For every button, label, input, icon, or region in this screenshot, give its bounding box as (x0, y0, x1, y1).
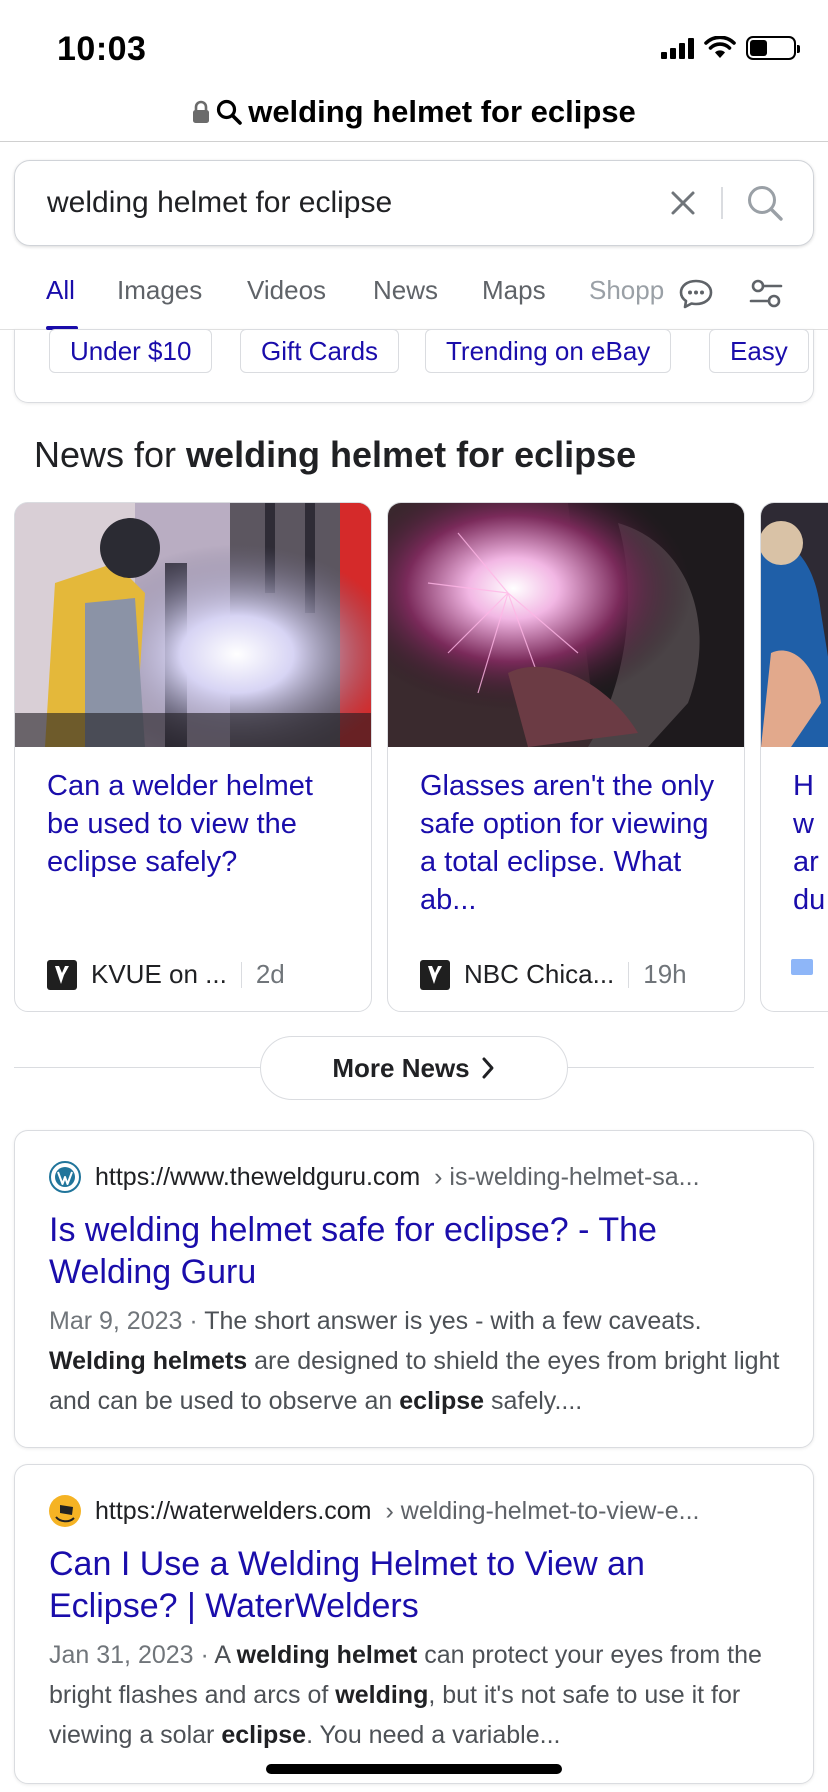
chip-gift-cards[interactable]: Gift Cards (240, 329, 400, 373)
snippet-highlight: welding (335, 1681, 429, 1709)
news-card-title[interactable]: Glasses aren't the only safe option for … (420, 767, 720, 919)
news-card-title[interactable]: H w ar du (793, 767, 828, 919)
news-card-source: KVUE on ... (91, 959, 227, 989)
wordpress-icon (49, 1161, 81, 1193)
result-domain: https://waterwelders.com (95, 1496, 372, 1525)
search-icon (748, 186, 783, 221)
close-icon (671, 191, 695, 215)
more-news-label: More News (332, 1052, 470, 1083)
news-card-meta: NBC Chica... 19h (420, 959, 687, 990)
news-thumbnail (761, 503, 828, 747)
source-logo-icon (420, 959, 450, 990)
address-bar[interactable]: welding helmet for eclipse (0, 82, 828, 142)
news-heading-query: welding helmet for eclipse (186, 434, 637, 475)
result-url[interactable]: https://waterwelders.com › welding-helme… (49, 1495, 789, 1527)
search-tools-button[interactable] (746, 274, 786, 314)
news-card[interactable]: Can a welder helmet be used to view the … (14, 502, 372, 1012)
tab-all[interactable]: All (46, 275, 75, 306)
feedback-button[interactable] (676, 274, 716, 314)
result-domain: https://www.theweldguru.com (95, 1162, 421, 1191)
status-bar: 10:03 (0, 0, 828, 90)
snippet-text: A (214, 1641, 237, 1669)
shopping-chips-card: Under $10 Gift Cards Trending on eBay Ea… (14, 329, 814, 403)
snippet-text: safely.... (484, 1387, 583, 1415)
search-tabs: All Images Videos News Maps Shopp (0, 260, 828, 330)
wifi-icon (704, 36, 736, 58)
search-result: https://waterwelders.com › welding-helme… (14, 1464, 814, 1784)
search-divider (721, 187, 723, 219)
result-title[interactable]: Can I Use a Welding Helmet to View an Ec… (49, 1543, 769, 1627)
chip-under-10[interactable]: Under $10 (49, 329, 213, 373)
news-card-source: NBC Chica... (464, 959, 615, 989)
result-snippet: Mar 9, 2023 · The short answer is yes - … (49, 1307, 780, 1415)
chip-easy[interactable]: Easy (709, 329, 809, 373)
news-card-meta: KVUE on ... 2d (47, 959, 285, 990)
lock-icon (193, 100, 210, 123)
news-section-heading: News for welding helmet for eclipse (34, 434, 636, 476)
battery-icon (746, 36, 800, 60)
home-indicator[interactable] (266, 1764, 562, 1774)
result-snippet: Jan 31, 2023 · A welding helmet can prot… (49, 1641, 762, 1749)
search-submit-button[interactable] (733, 171, 797, 235)
filter-sliders-icon (749, 279, 783, 308)
news-card-time: 2d (255, 959, 285, 989)
chevron-right-icon (482, 1057, 494, 1079)
meta-divider (240, 961, 242, 988)
snippet-highlight: Welding helmets (49, 1347, 248, 1375)
news-card-time: 19h (643, 959, 687, 989)
tab-images[interactable]: Images (117, 275, 202, 306)
tab-maps[interactable]: Maps (482, 275, 546, 306)
meta-divider (628, 961, 630, 988)
snippet-highlight: welding helmet (236, 1641, 418, 1669)
search-box (14, 160, 814, 246)
tab-shopping[interactable]: Shopp (589, 275, 671, 306)
more-news-button[interactable]: More News (260, 1036, 568, 1100)
news-card-meta (791, 959, 813, 975)
news-thumbnail (388, 503, 744, 747)
result-url[interactable]: https://www.theweldguru.com › is-welding… (49, 1161, 789, 1193)
chip-trending-ebay[interactable]: Trending on eBay (425, 329, 672, 373)
chat-bubble-icon (679, 279, 713, 309)
status-icons (661, 36, 800, 60)
snippet-highlight: eclipse (399, 1387, 485, 1415)
search-icon (217, 99, 243, 125)
news-thumbnail (15, 503, 371, 747)
result-date: Mar 9, 2023 (49, 1307, 183, 1335)
tab-news[interactable]: News (373, 275, 438, 306)
status-time: 10:03 (57, 30, 147, 68)
search-result: https://www.theweldguru.com › is-welding… (14, 1130, 814, 1448)
source-logo-icon (47, 959, 77, 990)
clear-search-button[interactable] (655, 175, 711, 231)
result-path: › welding-helmet-to-view-e... (385, 1496, 700, 1525)
news-card[interactable]: H w ar du (760, 502, 828, 1012)
news-heading-prefix: News for (34, 434, 187, 475)
cellular-signal-icon (661, 37, 694, 59)
address-query: welding helmet for eclipse (248, 93, 636, 129)
result-path: › is-welding-helmet-sa... (434, 1162, 700, 1191)
snippet-highlight: eclipse (221, 1721, 307, 1749)
tab-videos[interactable]: Videos (247, 275, 326, 306)
welding-helmet-icon (49, 1495, 81, 1527)
result-title[interactable]: Is welding helmet safe for eclipse? - Th… (49, 1209, 769, 1293)
snippet-text: The short answer is yes - with a few cav… (204, 1307, 702, 1335)
search-input[interactable] (15, 186, 655, 220)
source-logo-icon (791, 959, 813, 975)
news-card-title[interactable]: Can a welder helmet be used to view the … (47, 767, 347, 881)
news-card[interactable]: Glasses aren't the only safe option for … (387, 502, 745, 1012)
result-date: Jan 31, 2023 (49, 1641, 194, 1669)
snippet-text: . You need a variable... (306, 1721, 561, 1749)
